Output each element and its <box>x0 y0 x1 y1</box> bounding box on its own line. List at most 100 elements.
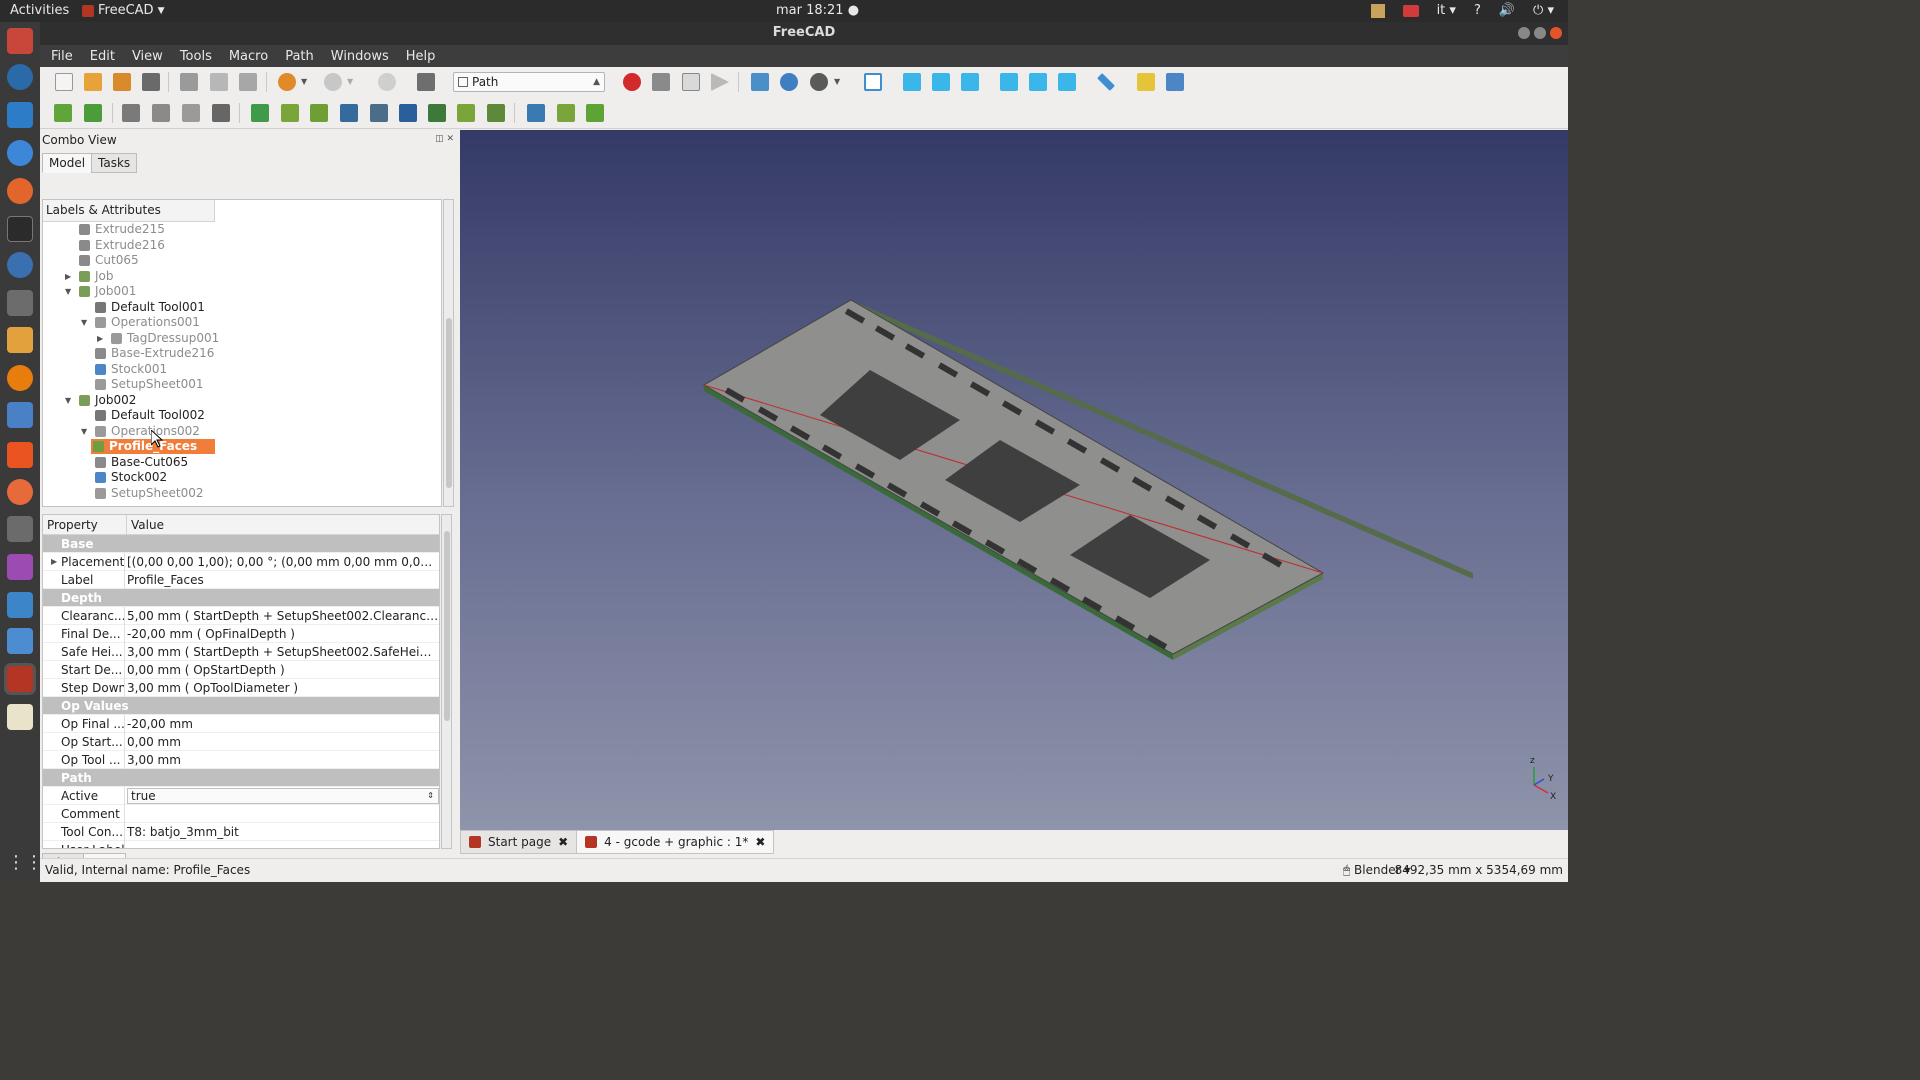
view-rear-icon[interactable] <box>1000 73 1018 91</box>
view-isometric-icon[interactable] <box>864 73 882 91</box>
property-value-select[interactable]: true ⇕ <box>127 788 439 804</box>
property-column-header[interactable]: Property <box>43 515 127 535</box>
draw-style-icon[interactable] <box>810 73 828 91</box>
files-icon[interactable] <box>7 28 33 54</box>
path-stack-icon[interactable] <box>557 104 575 122</box>
property-row[interactable]: Start De... 0,00 mm ( OpStartDepth ) <box>43 661 439 679</box>
path-simulate-icon[interactable] <box>152 104 170 122</box>
freecad-launcher-icon[interactable] <box>7 666 33 692</box>
settings-icon[interactable] <box>7 479 33 505</box>
tree-item[interactable]: Extrude215 <box>43 222 441 237</box>
property-row[interactable]: Op Start... 0,00 mm <box>43 733 439 751</box>
tree-column-header[interactable]: Labels & Attributes <box>43 200 215 222</box>
property-value[interactable]: 5,00 mm ( StartDepth + SetupSheet002.Cle… <box>127 607 439 625</box>
view-top-icon[interactable] <box>932 73 950 91</box>
path-job-icon[interactable] <box>54 104 72 122</box>
transfer-icon[interactable] <box>7 592 33 618</box>
property-value[interactable]: [(0,00 0,00 1,00); 0,00 °; (0,00 mm 0,00… <box>127 553 439 571</box>
menu-tools[interactable]: Tools <box>180 49 212 64</box>
view-left-icon[interactable] <box>1058 73 1076 91</box>
chevron-right-icon[interactable]: ▶ <box>65 269 75 284</box>
thunderbird-icon[interactable] <box>7 64 33 90</box>
new-file-icon[interactable] <box>55 73 73 91</box>
tree-item[interactable]: Default Tool002 <box>43 408 441 423</box>
menu-macro[interactable]: Macro <box>229 49 268 64</box>
maximize-icon[interactable] <box>1534 27 1546 39</box>
part-icon[interactable] <box>1137 73 1155 91</box>
open-file-icon[interactable] <box>84 73 102 91</box>
view-bottom-icon[interactable] <box>1029 73 1047 91</box>
undo-icon[interactable] <box>278 73 296 91</box>
paste-icon[interactable] <box>239 73 257 91</box>
tree-item[interactable]: Default Tool001 <box>43 300 441 315</box>
property-scroll-thumb[interactable] <box>444 531 450 721</box>
clock[interactable]: mar 18:21 ● <box>776 3 859 18</box>
doc-tab-gcode-graphic[interactable]: 4 - gcode + graphic : 1* ✖ <box>576 830 775 854</box>
doc-tab-start-page[interactable]: Start page ✖ <box>460 830 578 854</box>
property-value[interactable]: Profile_Faces <box>127 571 439 589</box>
tree-item[interactable]: Base-Extrude216 <box>43 346 441 361</box>
tree-item[interactable]: SetupSheet002 <box>43 486 441 501</box>
volume-icon[interactable]: 🔊 <box>1499 3 1515 18</box>
close-panel-icon[interactable]: ✕ <box>446 134 454 144</box>
minimize-icon[interactable] <box>1518 27 1530 39</box>
tree-item[interactable]: Stock002 <box>43 470 441 485</box>
property-value[interactable]: 3,00 mm <box>127 751 439 769</box>
path-array-icon[interactable] <box>527 104 545 122</box>
menu-windows[interactable]: Windows <box>331 49 389 64</box>
property-row[interactable]: User Label <box>43 841 439 848</box>
menu-path[interactable]: Path <box>285 49 314 64</box>
tree-item[interactable]: SetupSheet001 <box>43 377 441 392</box>
path-sanity-icon[interactable] <box>182 104 200 122</box>
property-value[interactable]: -20,00 mm ( OpFinalDepth ) <box>127 625 439 643</box>
draw-style-dropdown-icon[interactable]: ▼ <box>834 73 844 91</box>
property-value[interactable]: 3,00 mm ( OpToolDiameter ) <box>127 679 439 697</box>
cut-icon[interactable] <box>180 73 198 91</box>
chevron-down-icon[interactable]: ▼ <box>65 284 75 299</box>
macro-stop-icon[interactable] <box>652 73 670 91</box>
property-value[interactable]: 0,00 mm ( OpStartDepth ) <box>127 661 439 679</box>
tab-model[interactable]: Model <box>42 153 93 173</box>
fit-all-icon[interactable] <box>751 73 769 91</box>
tree-item[interactable]: ▼ Operations002 <box>43 424 441 439</box>
tree-item[interactable]: ▼ Job001 <box>43 284 441 299</box>
whats-this-icon[interactable] <box>417 73 435 91</box>
blender-icon[interactable] <box>7 365 33 391</box>
copy-icon[interactable] <box>210 73 228 91</box>
tree-scroll-thumb[interactable] <box>446 318 452 488</box>
fit-selection-icon[interactable] <box>780 73 798 91</box>
property-scrollbar[interactable] <box>441 514 452 849</box>
property-value[interactable]: T8: batjo_3mm_bit <box>127 823 439 841</box>
menu-help[interactable]: Help <box>406 49 436 64</box>
cube-app-icon[interactable] <box>7 628 33 654</box>
property-row[interactable]: ▶ Placement [(0,00 0,00 1,00); 0,00 °; (0,… <box>43 553 439 571</box>
tree-scrollbar[interactable] <box>443 199 454 507</box>
macro-edit-icon[interactable] <box>682 73 700 91</box>
path-profile-icon[interactable] <box>251 104 269 122</box>
property-row[interactable]: Clearanc... 5,00 mm ( StartDepth + SetupS… <box>43 607 439 625</box>
tree-item[interactable]: Base-Cut065 <box>43 455 441 470</box>
property-value[interactable]: 0,00 mm <box>127 733 439 751</box>
value-column-header[interactable]: Value <box>127 515 439 535</box>
activities-button[interactable]: Activities <box>10 3 69 18</box>
window-titlebar[interactable]: FreeCAD <box>40 22 1568 45</box>
path-face-icon[interactable] <box>340 104 358 122</box>
draw-icon[interactable] <box>7 327 33 353</box>
path-engrave-icon[interactable] <box>428 104 446 122</box>
tree-item[interactable]: Extrude216 <box>43 238 441 253</box>
help-icon[interactable]: ? <box>1474 3 1481 18</box>
property-row[interactable]: Tool Con... T8: batjo_3mm_bit <box>43 823 439 841</box>
path-post-process-icon[interactable] <box>84 104 102 122</box>
path-helix-icon[interactable] <box>370 104 388 122</box>
macro-run-icon[interactable] <box>711 73 729 91</box>
view-right-icon[interactable] <box>961 73 979 91</box>
chevron-right-icon[interactable]: ▶ <box>97 331 107 346</box>
software-center-icon[interactable] <box>7 442 33 468</box>
power-icon[interactable]: ⏻ ▾ <box>1533 3 1554 18</box>
property-value[interactable]: -20,00 mm <box>127 715 439 733</box>
tree-item[interactable]: ▼ Operations001 <box>43 315 441 330</box>
property-row[interactable]: Op Final ... -20,00 mm <box>43 715 439 733</box>
chevron-down-icon[interactable]: ▼ <box>81 424 91 439</box>
property-row[interactable]: Comment <box>43 805 439 823</box>
float-panel-icon[interactable]: ◫ <box>435 134 444 144</box>
